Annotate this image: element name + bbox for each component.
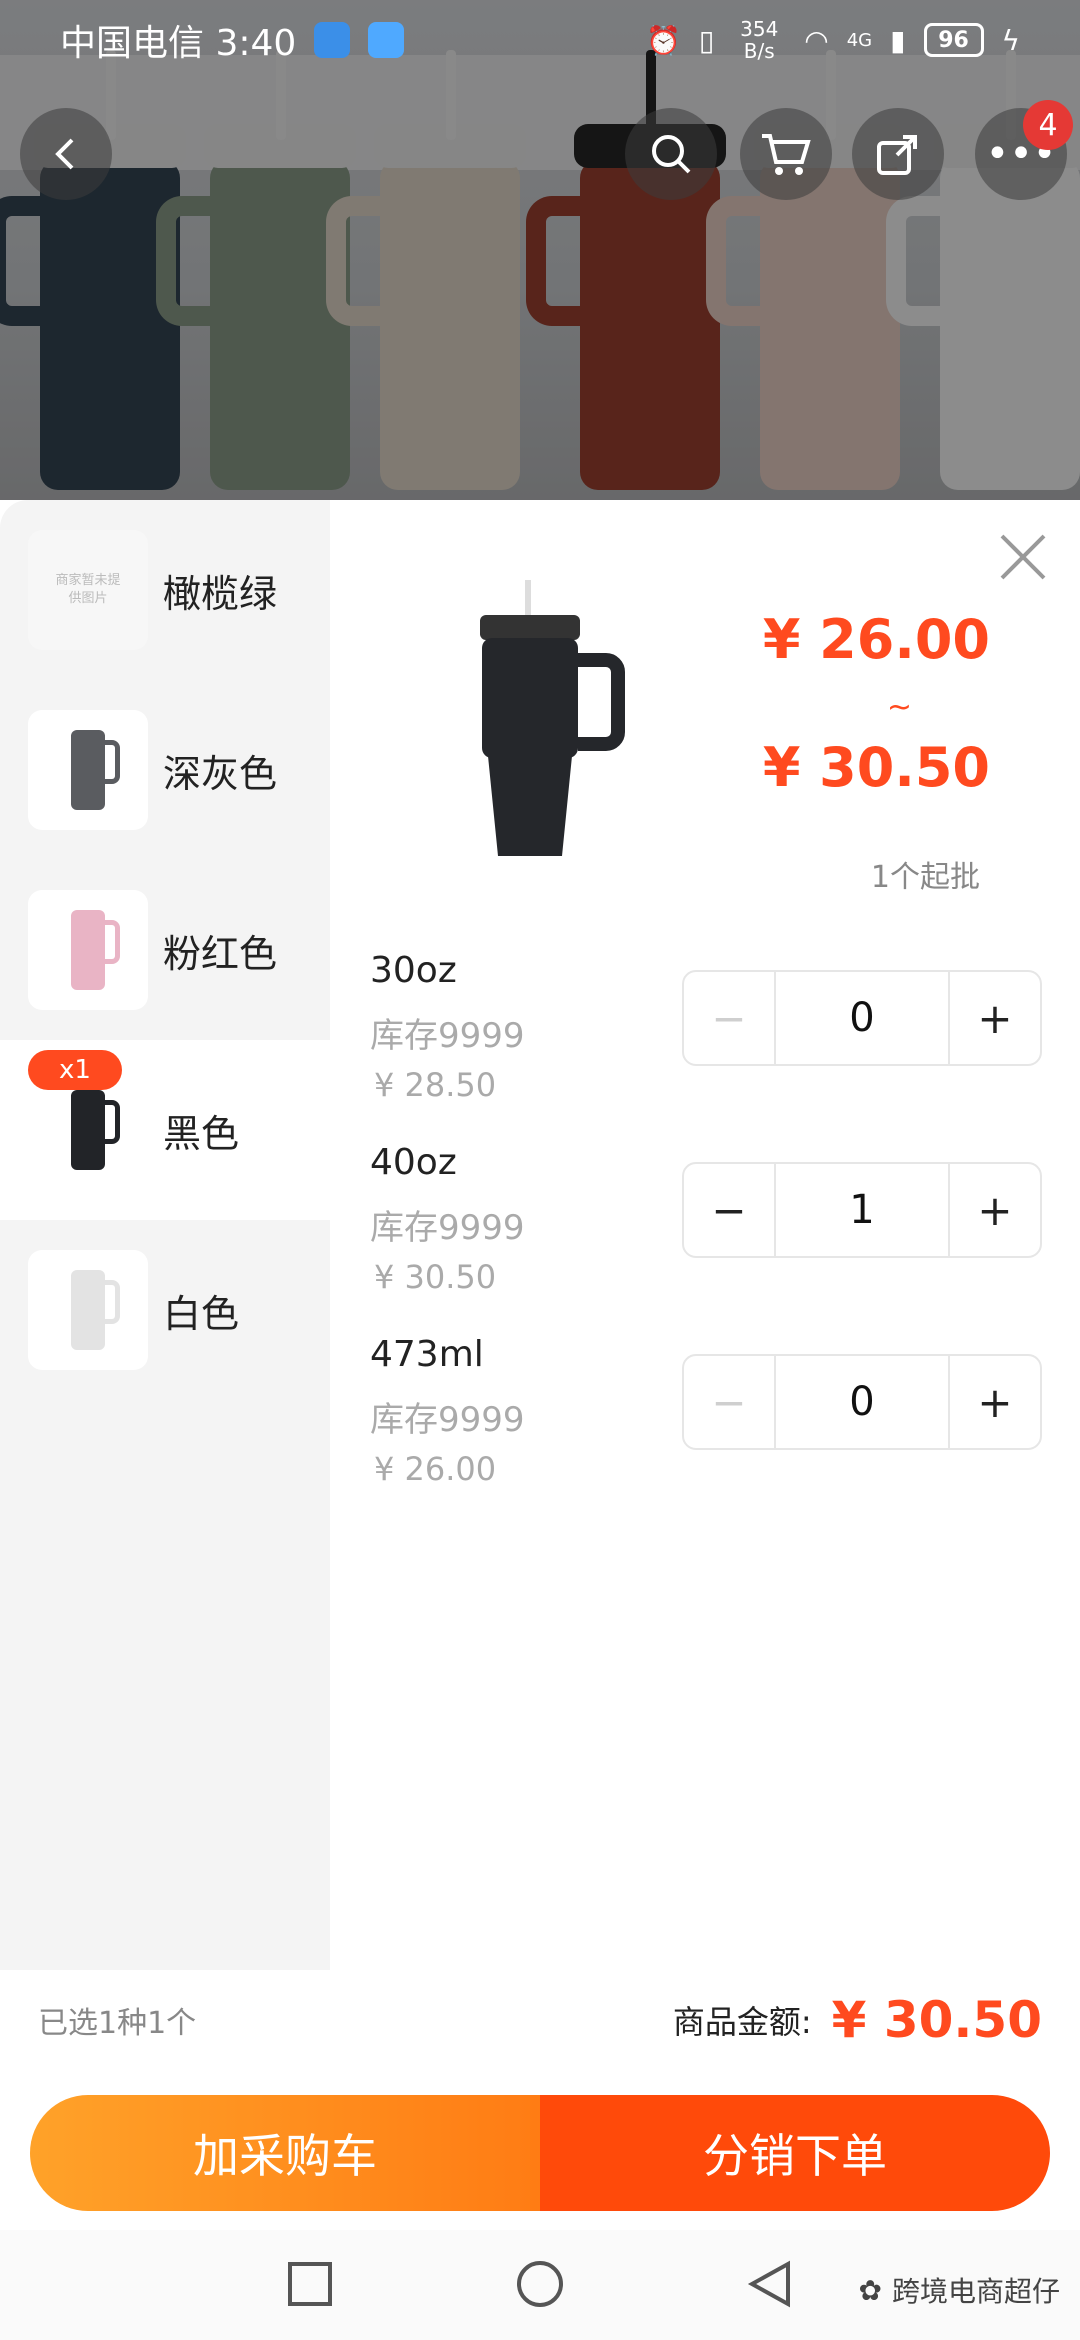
variant-price: ¥ 28.50 (374, 1066, 497, 1104)
color-option-black[interactable]: x1 黑色 (0, 1040, 330, 1220)
action-buttons: 加采购车 分销下单 (30, 2095, 1050, 2211)
color-option-white[interactable]: 白色 (0, 1220, 330, 1400)
increment-button[interactable]: + (950, 972, 1040, 1064)
variant-name: 30oz (370, 950, 457, 991)
carrier-time: 中国电信 3:40 (60, 23, 297, 64)
back-triangle-icon[interactable] (744, 2258, 796, 2310)
alarm-icon: ⏰ (645, 23, 681, 57)
decrement-button[interactable]: − (684, 972, 774, 1064)
quantity-stepper: − 0 + (682, 1354, 1042, 1450)
selected-count-text: 已选1种1个 (38, 2006, 197, 2041)
decrement-button[interactable]: − (684, 1164, 774, 1256)
price-high: ¥ 30.50 (762, 736, 990, 799)
cart-button[interactable] (740, 108, 832, 200)
quantity-stepper: − 0 + (682, 970, 1042, 1066)
variant-name: 473ml (370, 1334, 484, 1375)
increment-button[interactable]: + (950, 1356, 1040, 1448)
total-amount: ¥ 30.50 (831, 1991, 1042, 2049)
variant-stock: 库存9999 (370, 1208, 525, 1248)
battery-level: 96 (923, 23, 984, 57)
color-label: 黑色 (163, 1111, 240, 1156)
color-label: 橄榄绿 (163, 571, 278, 616)
color-thumb (28, 890, 148, 1010)
color-thumb (28, 1250, 148, 1370)
app-notification-icon (368, 22, 405, 58)
cup-thumb-icon (71, 910, 120, 990)
add-to-cart-button[interactable]: 加采购车 (30, 2095, 540, 2211)
variant-row: 30oz 库存9999 ¥ 28.50 − 0 + (370, 950, 1060, 1140)
selected-count-badge: x1 (28, 1050, 122, 1090)
vibrate-icon: ▯ (698, 23, 715, 57)
back-button[interactable] (20, 108, 112, 200)
close-icon[interactable] (996, 530, 1050, 584)
color-thumb: 商家暂未提供图片 (28, 530, 148, 650)
no-image-note: 商家暂未提供图片 (55, 573, 121, 606)
min-batch-text: 1个起批 (870, 860, 980, 895)
increment-button[interactable]: + (950, 1164, 1040, 1256)
watermark: ✿ 跨境电商超仔 (859, 2270, 1060, 2310)
search-button[interactable] (625, 108, 717, 200)
variant-price: ¥ 30.50 (374, 1258, 497, 1296)
color-thumb (28, 710, 148, 830)
color-label: 深灰色 (163, 751, 278, 796)
cup-thumb-icon (71, 1270, 120, 1350)
wechat-icon: ✿ (858, 2273, 882, 2307)
recents-square-icon[interactable] (284, 2258, 336, 2310)
system-nav-bar: ✿ 跨境电商超仔 (0, 2230, 1080, 2340)
color-option-dark-gray[interactable]: 深灰色 (0, 680, 330, 860)
quantity-value[interactable]: 0 (774, 972, 950, 1064)
quantity-value[interactable]: 1 (774, 1164, 950, 1256)
search-icon (652, 135, 691, 174)
color-option-olive[interactable]: 商家暂未提供图片 橄榄绿 (0, 500, 330, 680)
back-arrow-icon (55, 138, 74, 170)
notification-badge: 4 (1023, 100, 1073, 150)
variant-price: ¥ 26.00 (374, 1450, 497, 1488)
cart-icon (762, 134, 811, 175)
bulb-icon (314, 22, 351, 58)
sku-selection-sheet: 商家暂未提供图片 橄榄绿 深灰色 粉红色 x1 黑色 白色 ¥ 26.00 ~ … (0, 500, 1080, 2230)
watermark-text: 跨境电商超仔 (891, 2275, 1060, 2308)
product-image (480, 580, 625, 856)
net-speed: 354 B/s (740, 17, 779, 63)
variant-row: 40oz 库存9999 ¥ 30.50 − 1 + (370, 1142, 1060, 1332)
cup-thumb-icon (71, 1090, 120, 1170)
share-icon (877, 135, 917, 175)
home-circle-icon[interactable] (514, 2258, 566, 2310)
color-sidebar: 商家暂未提供图片 橄榄绿 深灰色 粉红色 x1 黑色 白色 (0, 500, 330, 1970)
amount-label: 商品金额: (672, 2003, 812, 2041)
variant-stock: 库存9999 (370, 1016, 525, 1056)
wifi-icon: ◠ (804, 23, 829, 57)
order-summary: 已选1种1个 商品金额: ¥ 30.50 (0, 1970, 1080, 2070)
variant-stock: 库存9999 (370, 1400, 525, 1440)
variant-row: 473ml 库存9999 ¥ 26.00 − 0 + (370, 1334, 1060, 1524)
charging-icon: ϟ (1001, 23, 1020, 57)
quantity-stepper: − 1 + (682, 1162, 1042, 1258)
price-low: ¥ 26.00 (762, 608, 990, 671)
share-button[interactable] (852, 108, 944, 200)
decrement-button[interactable]: − (684, 1356, 774, 1448)
signal-icon: ▮ (890, 23, 906, 57)
price-separator: ~ (886, 690, 912, 725)
distribute-order-button[interactable]: 分销下单 (540, 2095, 1050, 2211)
color-label: 白色 (163, 1291, 240, 1336)
cup-thumb-icon (71, 730, 120, 810)
more-button[interactable]: ••• 4 (975, 100, 1073, 200)
signal-type: 4G (846, 29, 873, 51)
variant-name: 40oz (370, 1142, 457, 1183)
status-bar: 中国电信 3:40 ⏰ ▯ 354 B/s ◠ 4G ▮ 96 ϟ (0, 0, 1080, 80)
color-label: 粉红色 (163, 931, 278, 976)
color-option-pink[interactable]: 粉红色 (0, 860, 330, 1040)
quantity-value[interactable]: 0 (774, 1356, 950, 1448)
